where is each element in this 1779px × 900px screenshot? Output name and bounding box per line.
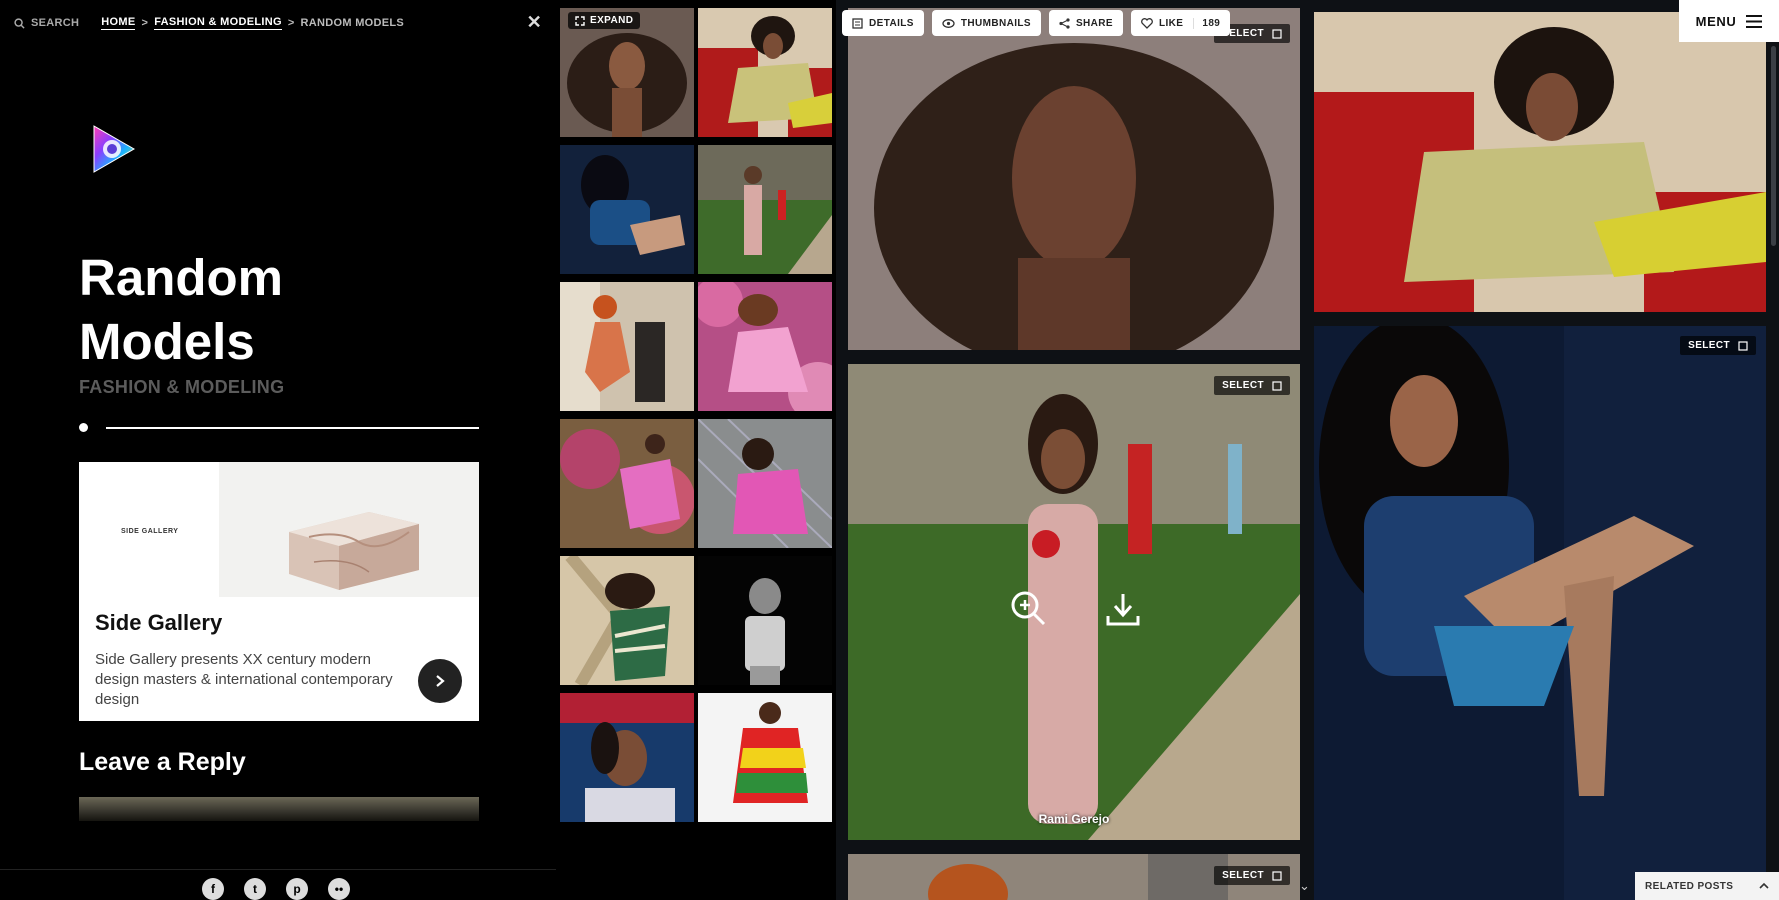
select-button[interactable]: SELECT — [1680, 336, 1756, 355]
chevron-down-icon[interactable]: ⌄ — [1299, 878, 1310, 894]
slider-track[interactable] — [106, 427, 479, 429]
thumbnails-label: THUMBNAILS — [960, 17, 1031, 29]
share-icon — [1059, 17, 1070, 29]
breadcrumb-separator: > — [287, 17, 295, 29]
ad-brand: SIDE GALLERY — [121, 528, 179, 535]
thumbnail[interactable] — [560, 693, 694, 822]
eye-icon — [942, 18, 955, 28]
share-label: SHARE — [1075, 17, 1113, 29]
select-button[interactable]: SELECT — [1214, 866, 1290, 885]
page-title: Random Models — [79, 246, 479, 374]
search-button[interactable]: SEARCH — [14, 17, 79, 29]
related-posts-label: RELATED POSTS — [1645, 880, 1734, 892]
related-posts-button[interactable]: RELATED POSTS — [1635, 872, 1779, 900]
search-icon — [14, 17, 25, 29]
thumbnail[interactable] — [698, 145, 832, 274]
thumbnail[interactable] — [698, 419, 832, 548]
chevron-up-icon — [1759, 882, 1769, 889]
breadcrumb-home[interactable]: HOME — [101, 16, 136, 30]
share-button[interactable]: SHARE — [1048, 10, 1123, 36]
breadcrumb: HOME > FASHION & MODELING > RANDOM MODEL… — [101, 16, 404, 30]
sidebar: SEARCH HOME > FASHION & MODELING > RANDO… — [0, 0, 556, 900]
social-links: f t p •• — [202, 878, 350, 900]
thumbnail-strip — [560, 8, 832, 822]
twitter-icon[interactable]: t — [244, 878, 266, 900]
gallery-image[interactable]: SELECT — [848, 8, 1300, 350]
facebook-icon[interactable]: f — [202, 878, 224, 900]
gallery-image[interactable]: SELECT Rami Gerejo — [848, 364, 1300, 840]
thumbnail[interactable] — [560, 419, 694, 548]
expand-button[interactable]: EXPAND — [568, 12, 641, 29]
top-bar: SEARCH HOME > FASHION & MODELING > RANDO… — [14, 12, 542, 33]
pinterest-icon[interactable]: p — [286, 878, 308, 900]
flickr-icon[interactable]: •• — [328, 878, 350, 900]
checkbox-icon — [1272, 380, 1282, 391]
thumbnail[interactable] — [698, 556, 832, 685]
gallery-image[interactable]: SELECT — [1314, 326, 1766, 900]
thumbnail[interactable] — [560, 282, 694, 411]
site-logo[interactable] — [88, 122, 140, 176]
gallery: SELECT SELECT Rami Gerejo SELECT SELECT — [836, 0, 1779, 900]
gallery-image[interactable]: SELECT — [848, 854, 1300, 900]
thumbnail[interactable] — [698, 693, 832, 822]
close-icon[interactable]: ✕ — [527, 12, 542, 33]
checkbox-icon — [1272, 870, 1282, 881]
search-label: SEARCH — [31, 17, 80, 29]
expand-label: EXPAND — [590, 15, 634, 26]
like-label: LIKE — [1158, 17, 1184, 29]
chevron-right-icon — [436, 675, 445, 687]
thumbnail[interactable] — [698, 282, 832, 411]
details-icon — [852, 17, 863, 29]
advertisement[interactable]: ▷✕ SIDE GALLERY Side Gallery Side Galler… — [79, 462, 479, 721]
footer-divider — [0, 869, 556, 870]
reply-form-field[interactable] — [79, 797, 479, 821]
breadcrumb-separator: > — [141, 17, 149, 29]
image-caption: Rami Gerejo — [1038, 812, 1110, 826]
title-line-1: Random — [79, 249, 283, 306]
ad-image[interactable] — [219, 462, 479, 597]
heart-icon — [1141, 17, 1153, 29]
thumbnail[interactable] — [560, 145, 694, 274]
zoom-icon[interactable] — [1008, 588, 1048, 628]
like-button[interactable]: LIKE 189 — [1130, 10, 1231, 36]
hamburger-icon — [1746, 14, 1763, 28]
thumbnails-button[interactable]: THUMBNAILS — [931, 10, 1041, 36]
select-button[interactable]: SELECT — [1214, 376, 1290, 395]
thumbnail[interactable] — [560, 556, 694, 685]
expand-icon — [575, 15, 585, 26]
scrollbar[interactable] — [1771, 46, 1776, 246]
ad-go-button[interactable] — [418, 659, 462, 703]
details-label: DETAILS — [869, 17, 914, 29]
select-label: SELECT — [1688, 340, 1730, 351]
checkbox-icon — [1272, 28, 1282, 39]
ad-body: Side Gallery presents XX century modern … — [95, 651, 393, 708]
breadcrumb-fashion[interactable]: FASHION & MODELING — [154, 16, 282, 30]
gallery-toolbar: DETAILS THUMBNAILS SHARE LIKE 189 — [842, 10, 1231, 36]
breadcrumb-current: RANDOM MODELS — [300, 17, 405, 29]
reply-heading: Leave a Reply — [79, 748, 246, 776]
slider-handle[interactable] — [79, 423, 88, 432]
select-label: SELECT — [1222, 870, 1264, 881]
select-label: SELECT — [1222, 380, 1264, 391]
gallery-image[interactable] — [1314, 12, 1766, 312]
title-line-2: Models — [79, 313, 255, 370]
thumbnail[interactable] — [698, 8, 832, 137]
category-label[interactable]: FASHION & MODELING — [79, 377, 284, 398]
checkbox-icon — [1738, 340, 1748, 351]
like-count: 189 — [1193, 17, 1220, 29]
ad-title[interactable]: Side Gallery — [95, 610, 222, 636]
details-button[interactable]: DETAILS — [842, 10, 924, 36]
menu-button[interactable]: MENU — [1679, 0, 1779, 42]
menu-label: MENU — [1695, 13, 1737, 29]
download-icon[interactable] — [1104, 590, 1142, 628]
